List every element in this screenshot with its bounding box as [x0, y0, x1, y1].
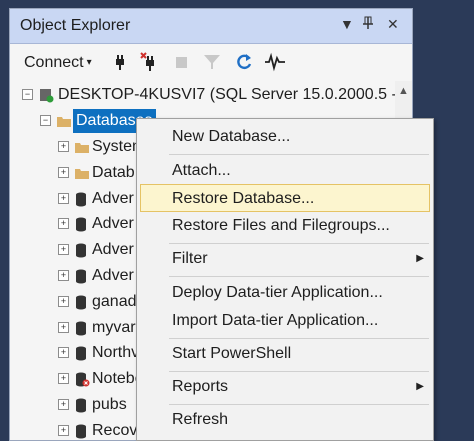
expand-icon[interactable]: + — [58, 218, 69, 230]
database-icon — [74, 294, 90, 318]
database-icon — [74, 242, 90, 266]
tree-node-label: ganad — [92, 292, 137, 310]
disconnect-icon[interactable] — [140, 52, 160, 72]
menu-item-deploy-data-tier[interactable]: Deploy Data-tier Application... — [140, 279, 430, 307]
menu-separator — [169, 338, 429, 339]
tree-node-label: Northv — [92, 344, 140, 362]
toolbar: Connect ▾ — [10, 44, 412, 80]
submenu-arrow-icon: ▶ — [416, 381, 424, 392]
expand-icon[interactable]: + — [58, 373, 69, 385]
menu-item-attach[interactable]: Attach... — [140, 157, 430, 185]
server-icon — [38, 87, 54, 111]
expand-icon[interactable]: + — [58, 424, 69, 436]
close-icon[interactable]: ✕ — [387, 16, 399, 33]
stop-icon[interactable] — [172, 52, 192, 72]
refresh-icon[interactable] — [234, 52, 254, 72]
connect-button[interactable]: Connect ▾ — [24, 54, 92, 72]
folder-icon — [74, 165, 90, 189]
menu-item-new-database[interactable]: New Database... — [140, 123, 430, 151]
context-menu: New Database... Attach... Restore Databa… — [136, 118, 434, 441]
activity-monitor-icon[interactable] — [264, 52, 285, 72]
expand-icon[interactable]: + — [58, 295, 69, 307]
expand-icon[interactable]: + — [58, 399, 69, 410]
tree-node-label: Adver — [92, 215, 134, 233]
expand-icon[interactable]: + — [58, 166, 69, 178]
menu-item-refresh[interactable]: Refresh — [140, 406, 430, 434]
database-error-icon — [74, 371, 90, 395]
collapse-icon[interactable]: − — [40, 115, 51, 126]
menu-item-start-powershell[interactable]: Start PowerShell — [140, 340, 430, 368]
expand-icon[interactable]: + — [58, 141, 69, 152]
window-position-dropdown-icon[interactable]: ▼ — [340, 16, 354, 32]
tree-node-label: Datab — [92, 163, 135, 181]
database-icon — [74, 320, 90, 344]
expand-icon[interactable]: + — [58, 270, 69, 281]
menu-separator — [169, 243, 429, 244]
database-icon — [74, 191, 90, 215]
server-label: DESKTOP-4KUSVI7 (SQL Server 15.0.2000.5 … — [58, 86, 397, 103]
menu-separator — [169, 154, 429, 155]
connect-plug-icon[interactable] — [110, 52, 130, 72]
connect-label: Connect — [24, 54, 84, 71]
tree-node-label: Adver — [92, 189, 134, 207]
caret-down-icon: ▾ — [86, 57, 92, 68]
database-icon — [74, 397, 90, 421]
menu-item-filter[interactable]: Filter ▶ — [140, 245, 430, 273]
menu-item-restore-database[interactable]: Restore Database... — [140, 184, 430, 212]
menu-item-import-data-tier[interactable]: Import Data-tier Application... — [140, 307, 430, 335]
folder-icon — [74, 139, 90, 163]
menu-separator — [169, 276, 429, 277]
tree-node-label: Adver — [92, 241, 134, 259]
database-icon — [74, 216, 90, 240]
menu-item-reports[interactable]: Reports ▶ — [140, 373, 430, 401]
tree-node-label: pubs — [92, 396, 127, 413]
expand-icon[interactable]: + — [58, 192, 69, 204]
scroll-up-icon[interactable]: ▲ — [395, 85, 412, 97]
menu-separator — [169, 404, 429, 405]
auto-hide-pin-icon[interactable] — [362, 16, 374, 33]
database-icon — [74, 268, 90, 292]
database-icon — [74, 423, 90, 440]
menu-item-restore-files-filegroups[interactable]: Restore Files and Filegroups... — [140, 212, 430, 240]
panel-title: Object Explorer — [20, 17, 131, 34]
filter-icon[interactable] — [202, 52, 222, 72]
tree-node-label: Adver — [92, 267, 134, 284]
menu-separator — [169, 371, 429, 372]
expand-icon[interactable]: + — [58, 347, 69, 359]
submenu-arrow-icon: ▶ — [416, 253, 424, 264]
tree-node-label: myvar — [92, 318, 136, 336]
database-icon — [74, 345, 90, 369]
expand-icon[interactable]: + — [58, 244, 69, 256]
expand-icon[interactable]: + — [58, 321, 69, 333]
collapse-icon[interactable]: − — [22, 89, 33, 100]
folder-icon — [56, 113, 72, 137]
panel-titlebar: Object Explorer ▼ ✕ — [10, 9, 412, 44]
